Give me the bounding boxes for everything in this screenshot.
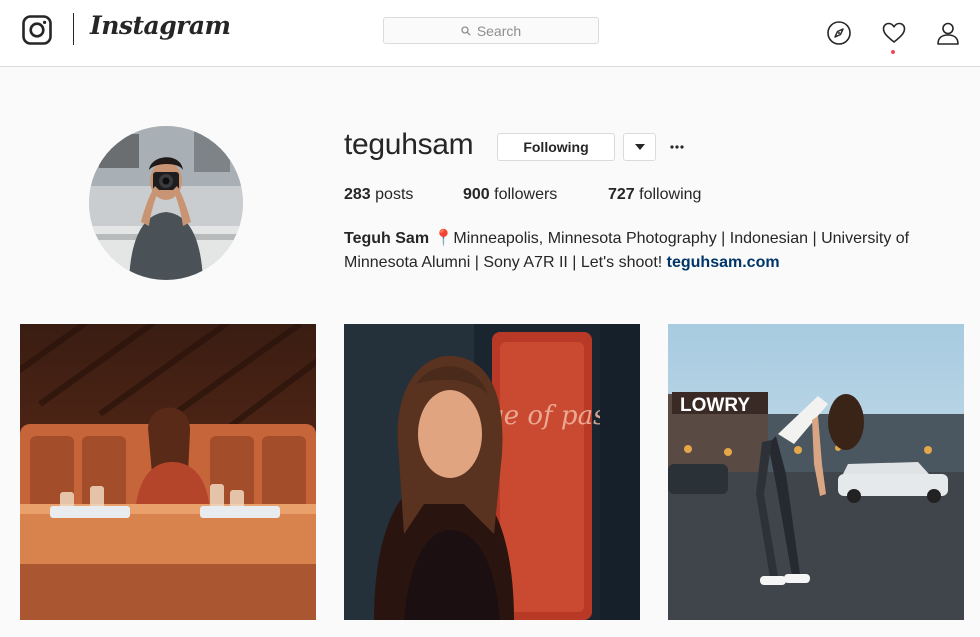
avatar-photo [89,126,243,280]
profile-icon[interactable] [935,20,961,46]
following-count: 727 [608,186,635,203]
post-photo-portrait: change of passion [344,324,640,620]
post-thumbnail[interactable]: LOWRY [668,324,964,620]
notification-dot [891,50,895,54]
bio-text-line-2: Minnesota Alumni | Sony A7R II | Let's s… [344,254,667,271]
suggestions-dropdown-button[interactable] [623,133,656,161]
profile-bio: Teguh Sam 📍Minneapolis, Minnesota Photog… [344,227,964,275]
explore-icon[interactable] [826,20,852,46]
post-photo-street: LOWRY [668,324,964,620]
instagram-wordmark[interactable]: Instagram [90,11,231,40]
search-placeholder: Search [476,22,522,39]
following-button[interactable]: Following [497,133,615,161]
post-thumbnail[interactable] [20,324,316,620]
post-photo-restaurant [20,324,316,620]
followers-label: followers [494,186,558,203]
logo-divider [73,13,74,45]
post-sign-text: LOWRY [680,395,750,416]
post-thumbnail[interactable]: change of passion [344,324,640,620]
top-nav: Instagram Search [0,0,980,67]
followers-count: 900 [463,186,490,203]
posts-count: 283 [344,186,371,203]
bio-website-link[interactable]: teguhsam.com [667,254,780,271]
caret-down-icon [634,144,645,150]
posts-stat: 283 posts [344,186,413,204]
posts-label: posts [375,186,414,203]
following-stat[interactable]: 727 following [608,186,701,204]
followers-stat[interactable]: 900 followers [463,186,557,204]
more-options-button[interactable] [668,136,686,158]
profile-username: teguhsam [344,128,474,161]
location-pin-icon: 📍 [433,230,454,247]
heart-icon[interactable] [881,20,907,46]
avatar[interactable] [89,126,243,280]
bio-full-name: Teguh Sam [344,230,430,247]
ellipsis-icon [670,145,684,149]
following-label: following [639,186,702,203]
search-icon [461,25,471,36]
instagram-logo-icon[interactable] [22,15,52,45]
bio-text-line-1: Minneapolis, Minnesota Photography | Ind… [453,230,910,247]
search-input[interactable]: Search [383,17,599,44]
